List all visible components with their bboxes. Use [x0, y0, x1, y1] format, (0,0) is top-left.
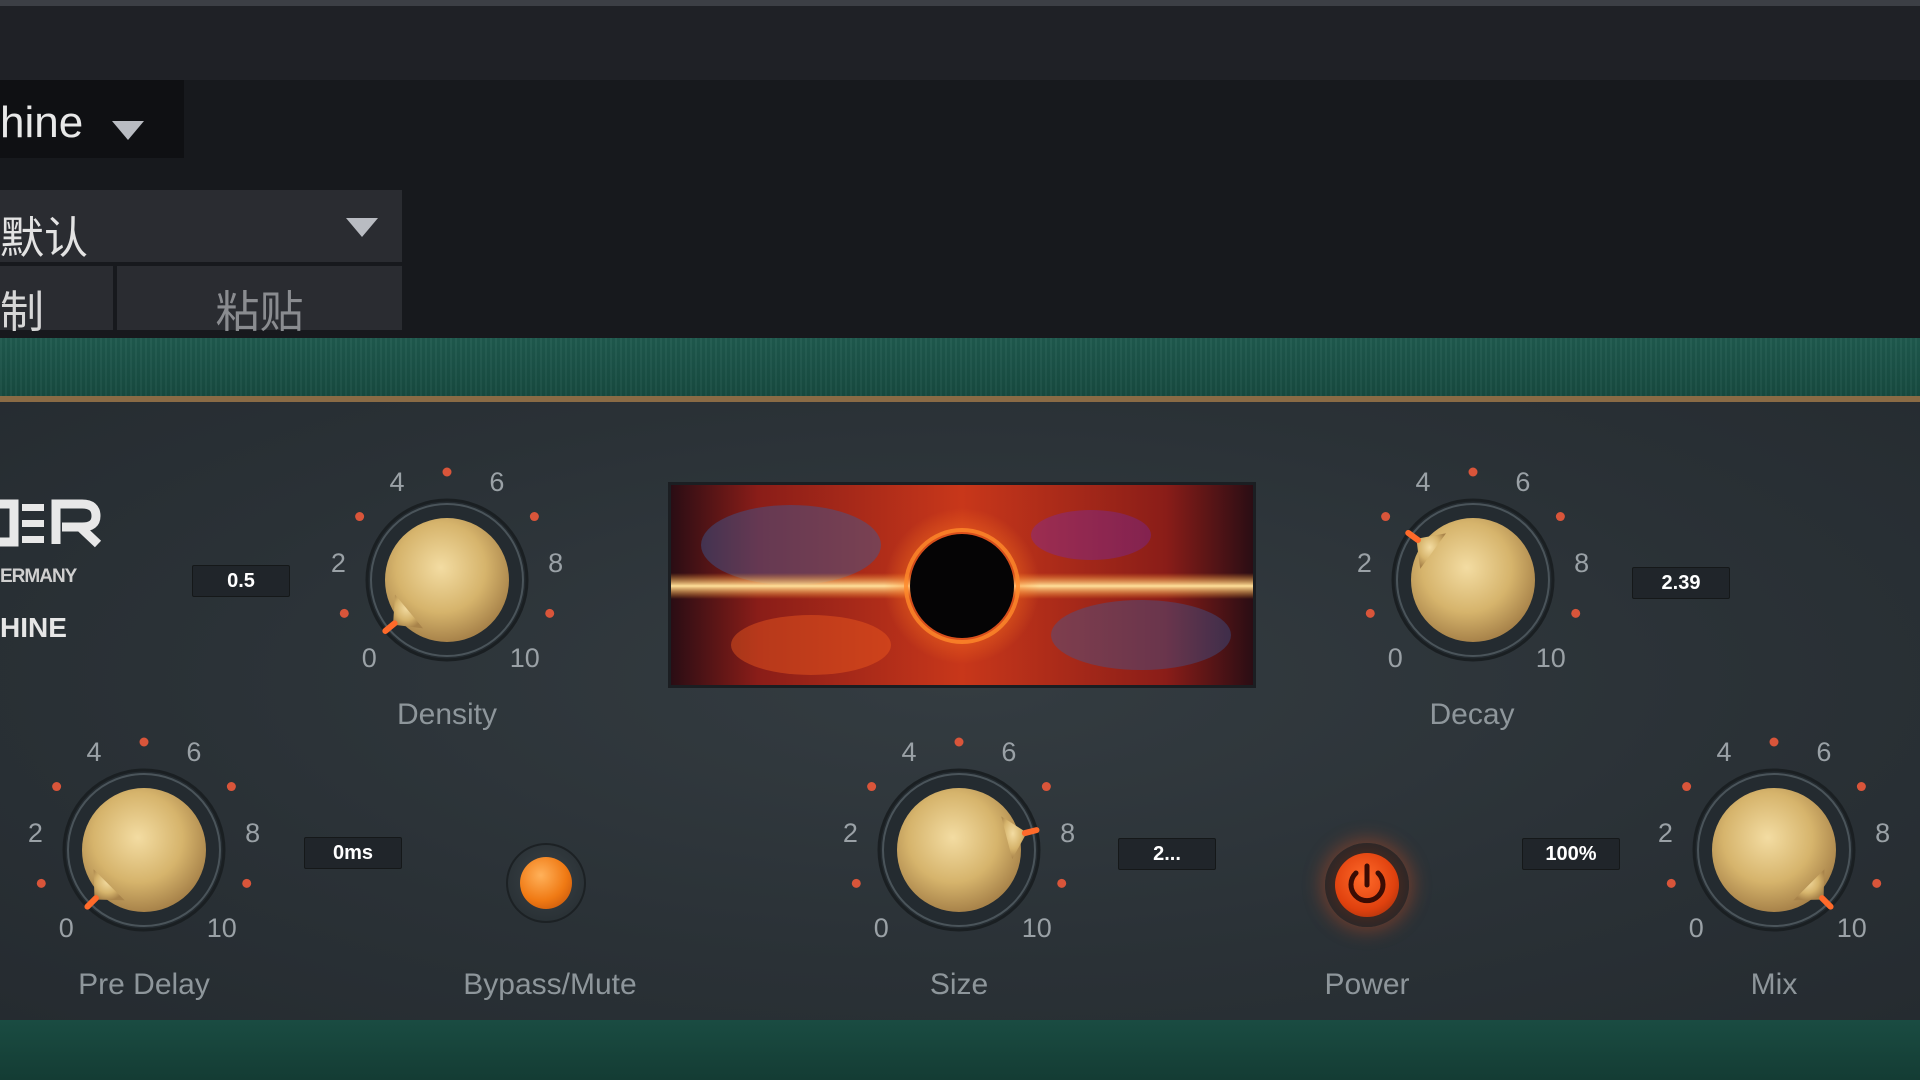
scale-tick-dot	[1682, 782, 1692, 792]
scale-tick-dot	[139, 737, 149, 747]
scale-tick-dot	[1571, 608, 1581, 618]
mix-label: Mix	[1750, 968, 1798, 1001]
scale-tick-dot	[1057, 878, 1067, 888]
pre-delay-value-field[interactable]: 0ms	[304, 837, 402, 869]
scale-label: 0	[1388, 643, 1403, 673]
scale-label: 6	[1515, 467, 1530, 497]
scale-tick-dot	[1381, 512, 1391, 522]
scale-label: 2	[1658, 818, 1673, 848]
visualizer-display	[668, 482, 1256, 688]
paste-label: 粘贴	[215, 288, 304, 337]
scale-label: 10	[1022, 913, 1052, 943]
scale-tick-dot	[851, 878, 861, 888]
scale-label: 2	[1357, 548, 1372, 578]
scale-tick-dot	[954, 737, 964, 747]
scale-label: 10	[510, 643, 540, 673]
scale-tick-dot	[529, 512, 539, 522]
density-value-field[interactable]: 0.5	[192, 565, 290, 597]
copy-label: 制	[0, 288, 44, 337]
scale-label: 4	[1717, 737, 1732, 767]
scale-tick-dot	[1666, 878, 1676, 888]
scale-label: 0	[1689, 913, 1704, 943]
scale-tick-dot	[1872, 878, 1882, 888]
scale-tick-dot	[1365, 608, 1375, 618]
scale-tick-dot	[442, 467, 452, 477]
scale-tick-dot	[1041, 782, 1051, 792]
scale-tick-dot	[867, 782, 877, 792]
preset-selector[interactable]: 默认	[0, 190, 402, 263]
mix-knob[interactable]: 0 2 4 6 8 10	[1644, 720, 1904, 980]
scale-label: 8	[1574, 548, 1589, 578]
scale-label: 6	[1001, 737, 1016, 767]
scale-label: 8	[1875, 818, 1890, 848]
chevron-down-icon[interactable]	[346, 218, 378, 237]
size-label: Size	[929, 968, 989, 1001]
brand-logo	[0, 499, 102, 548]
knob-cap	[897, 788, 1021, 912]
scale-tick-dot	[1468, 467, 1478, 477]
scale-label: 2	[331, 548, 346, 578]
mix-value-field[interactable]: 100%	[1522, 838, 1620, 870]
decay-knob[interactable]: 0 2 4 6 8 10	[1343, 450, 1603, 710]
size-value-field[interactable]: 2...	[1118, 838, 1216, 870]
scale-tick-dot	[1555, 512, 1565, 522]
decay-label: Decay	[1429, 698, 1515, 731]
size-knob[interactable]: 0 2 4 6 8 10	[829, 720, 1089, 980]
scale-label: 8	[548, 548, 563, 578]
power-label: Power	[1324, 968, 1410, 1001]
bypass-led-icon	[520, 857, 572, 909]
pre-delay-knob[interactable]: 0 2 4 6 8 10	[14, 720, 274, 980]
plugin-name: hine	[0, 98, 84, 147]
scale-tick-dot	[339, 608, 349, 618]
scale-label: 4	[1416, 467, 1431, 497]
scale-label: 4	[902, 737, 917, 767]
power-button-face	[1335, 853, 1399, 917]
bypass-label: Bypass/Mute	[463, 968, 637, 1001]
scale-label: 10	[207, 913, 237, 943]
scale-label: 8	[245, 818, 260, 848]
scale-label: 2	[843, 818, 858, 848]
scale-label: 8	[1060, 818, 1075, 848]
brand-subtitle: ERMANY	[0, 566, 77, 587]
scale-tick-dot	[1769, 737, 1779, 747]
plugin-footer-trim	[0, 1020, 1920, 1080]
bypass-button[interactable]	[506, 843, 586, 923]
pre-delay-label: Pre Delay	[78, 968, 210, 1001]
density-knob[interactable]: 0 2 4 6 8 10	[317, 450, 577, 710]
knob-indicator-line	[1021, 827, 1040, 837]
scale-label: 6	[489, 467, 504, 497]
scale-label: 0	[362, 643, 377, 673]
plugin-selector[interactable]: hine	[0, 80, 184, 158]
paste-button[interactable]: 粘贴	[117, 266, 402, 337]
scale-tick-dot	[242, 878, 252, 888]
preset-name: 默认	[0, 214, 88, 263]
scale-label: 6	[1816, 737, 1831, 767]
chevron-down-icon[interactable]	[112, 121, 144, 140]
scale-tick-dot	[355, 512, 365, 522]
brand-name: HINE	[0, 612, 67, 643]
copy-button[interactable]: 制	[0, 266, 113, 337]
scale-tick-dot	[52, 782, 62, 792]
scale-tick-dot	[36, 878, 46, 888]
scale-label: 6	[186, 737, 201, 767]
scale-label: 4	[390, 467, 405, 497]
scale-label: 0	[59, 913, 74, 943]
plugin-header-trim	[0, 338, 1920, 396]
density-label: Density	[396, 698, 498, 731]
scale-label: 10	[1536, 643, 1566, 673]
host-toolbar	[0, 6, 1920, 80]
scale-tick-dot	[545, 608, 555, 618]
decay-value-field[interactable]: 2.39	[1632, 567, 1730, 599]
scale-tick-dot	[1856, 782, 1866, 792]
scale-label: 2	[28, 818, 43, 848]
scale-label: 0	[874, 913, 889, 943]
scale-label: 10	[1837, 913, 1867, 943]
power-icon	[1348, 863, 1386, 904]
scale-tick-dot	[226, 782, 236, 792]
power-button[interactable]	[1325, 843, 1409, 927]
scale-label: 4	[87, 737, 102, 767]
